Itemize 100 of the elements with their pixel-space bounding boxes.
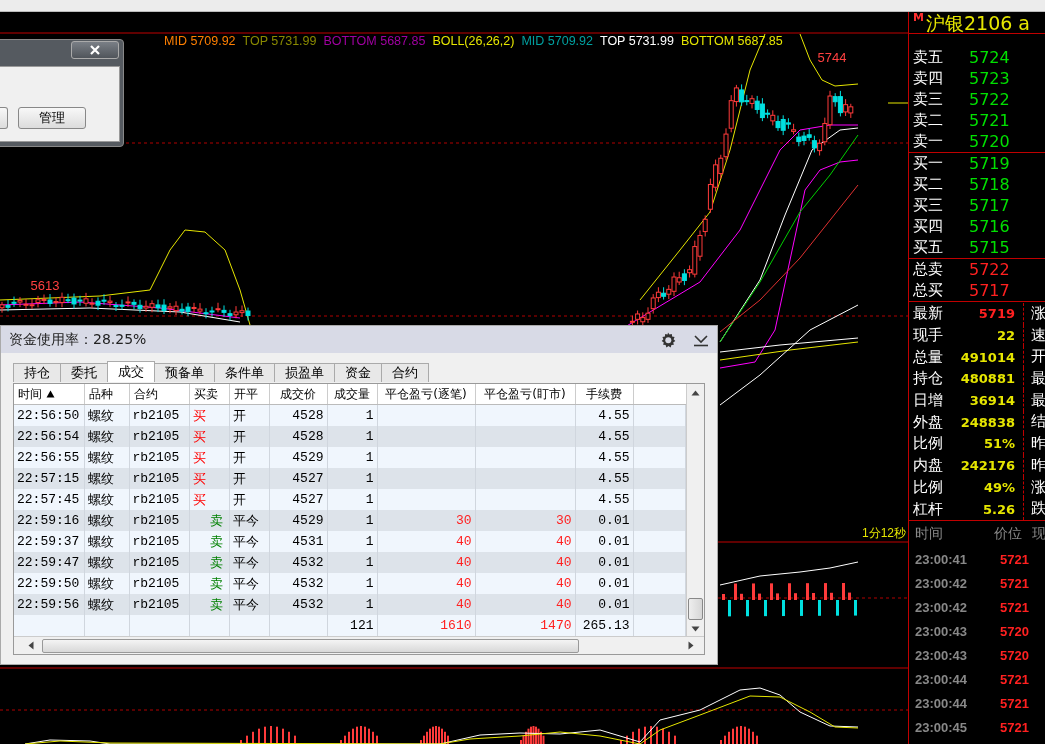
column-header[interactable]: 时间 — [14, 384, 84, 405]
tick-price: 5720 — [999, 648, 1029, 664]
tick-time: 23:00:44 — [915, 696, 969, 712]
stat-label: 最 — [1023, 389, 1045, 412]
table-cell: 开 — [232, 429, 246, 445]
bid-level-label: 买五 — [913, 238, 944, 257]
stat-value: 36914 — [968, 393, 1016, 409]
tick-price: 5721 — [999, 672, 1029, 688]
stat-label: 昨 — [1023, 454, 1045, 477]
bid-price: 5719 — [969, 154, 1010, 173]
countdown-label: 1分12秒 — [861, 526, 906, 540]
ask-level-label: 卖二 — [913, 111, 944, 130]
table-cell: 40 — [455, 597, 472, 612]
tab[interactable]: 预备单 — [154, 363, 215, 382]
scroll-down-icon[interactable] — [691, 626, 700, 632]
table-cell: 1 — [365, 576, 374, 591]
scroll-up-icon[interactable] — [691, 390, 700, 396]
tab[interactable]: 成交 — [107, 361, 155, 382]
settings-icon[interactable] — [659, 330, 677, 349]
column-header[interactable]: 平仓盈亏(逐笔) — [377, 384, 475, 405]
table-cell: 4.55 — [598, 471, 630, 486]
tab[interactable]: 条件单 — [214, 363, 275, 382]
table-cell: rb2105 — [132, 513, 180, 528]
total-cell: 1610 — [440, 618, 472, 633]
table-cell: 40 — [555, 534, 572, 549]
tick-time: 23:00:42 — [915, 600, 969, 616]
total-price: 5717 — [969, 281, 1010, 300]
scroll-right-icon[interactable] — [688, 641, 694, 650]
table-cell: 0.01 — [598, 534, 630, 549]
scroll-left-icon[interactable] — [28, 641, 34, 650]
low-price-label: 5613 — [30, 278, 60, 293]
column-header[interactable]: 合约 — [129, 384, 189, 405]
table-cell: 开 — [232, 492, 246, 508]
scrollbar-thumb[interactable] — [42, 638, 579, 653]
tick-price: 5721 — [999, 696, 1029, 712]
tab[interactable]: 资金 — [334, 363, 382, 382]
table-cell: 40 — [455, 576, 472, 591]
table-cell: rb2105 — [132, 450, 180, 465]
tab[interactable]: 损盈单 — [274, 363, 335, 382]
table-cell: rb2105 — [132, 429, 180, 444]
bid-level-label: 买一 — [913, 154, 944, 173]
table-cell: 4.55 — [598, 450, 630, 465]
table-cell: 买 — [192, 471, 206, 487]
scrollbar-thumb[interactable] — [688, 598, 703, 620]
total-cell: 1470 — [540, 618, 572, 633]
table-cell: 22:59:47 — [17, 555, 80, 570]
stat-label: 昨 — [1023, 433, 1045, 455]
tab[interactable]: 持仓 — [13, 363, 61, 382]
contract-title: 沪银2106 a — [925, 12, 1030, 34]
stat-label: 日增 — [913, 391, 944, 411]
column-header[interactable]: 成交价 — [269, 384, 327, 405]
column-header[interactable]: 手续费 — [575, 384, 633, 405]
tick-time: 23:00:42 — [915, 576, 969, 592]
table-cell: 平今 — [232, 555, 259, 571]
collapse-icon[interactable] — [693, 332, 709, 347]
total-label: 总卖 — [913, 260, 944, 279]
ask-level-label: 卖三 — [913, 90, 944, 109]
stat-value: 248838 — [959, 414, 1016, 430]
table-cell: 22:59:16 — [17, 513, 80, 528]
column-header[interactable]: 品种 — [84, 384, 129, 405]
table-cell: 平今 — [232, 597, 259, 613]
stat-label: 外盘 — [913, 412, 944, 432]
table-cell: rb2105 — [132, 492, 180, 507]
close-button[interactable] — [71, 41, 119, 59]
horizontal-scrollbar[interactable] — [14, 636, 704, 654]
table-cell: 1 — [365, 471, 374, 486]
ask-price: 5724 — [969, 48, 1010, 67]
stat-label: 速 — [1023, 324, 1045, 347]
stat-label: 持仓 — [913, 369, 944, 389]
table-cell: 卖 — [209, 576, 223, 592]
table-cell: 螺纹 — [87, 471, 114, 487]
bid-level-label: 买二 — [913, 175, 944, 194]
ask-level-label: 卖一 — [913, 132, 944, 151]
table-cell: 4528 — [292, 408, 324, 423]
table-cell: 螺纹 — [87, 408, 114, 424]
sort-ascending-icon — [46, 390, 55, 398]
tab[interactable]: 合约 — [381, 363, 429, 382]
table-cell: 卖 — [209, 597, 223, 613]
total-label: 总买 — [913, 281, 944, 300]
table-cell: rb2105 — [132, 534, 180, 549]
column-header[interactable]: 买卖 — [189, 384, 229, 405]
table-cell: 买 — [192, 429, 206, 445]
table-cell: 螺纹 — [87, 534, 114, 550]
table-cell: 40 — [555, 597, 572, 612]
table-cell: 4528 — [292, 429, 324, 444]
ask-price: 5723 — [969, 69, 1010, 88]
column-header[interactable]: 开平 — [229, 384, 269, 405]
stat-label: 比例 — [913, 434, 944, 454]
table-cell: 1 — [365, 513, 374, 528]
vertical-scrollbar[interactable] — [686, 384, 704, 636]
tab[interactable]: 委托 — [60, 363, 108, 382]
column-header[interactable]: 平仓盈亏(盯市) — [475, 384, 575, 405]
market-label: M — [913, 12, 924, 24]
table-cell: 0.01 — [598, 597, 630, 612]
indicator-legend: BOTTOM 5687.85 — [323, 33, 426, 49]
manage-button[interactable]: 管理 — [18, 107, 86, 129]
ask-price: 5722 — [969, 90, 1010, 109]
table-cell: 开 — [232, 471, 246, 487]
column-header[interactable]: 成交量 — [327, 384, 377, 405]
table-cell: 1 — [365, 555, 374, 570]
